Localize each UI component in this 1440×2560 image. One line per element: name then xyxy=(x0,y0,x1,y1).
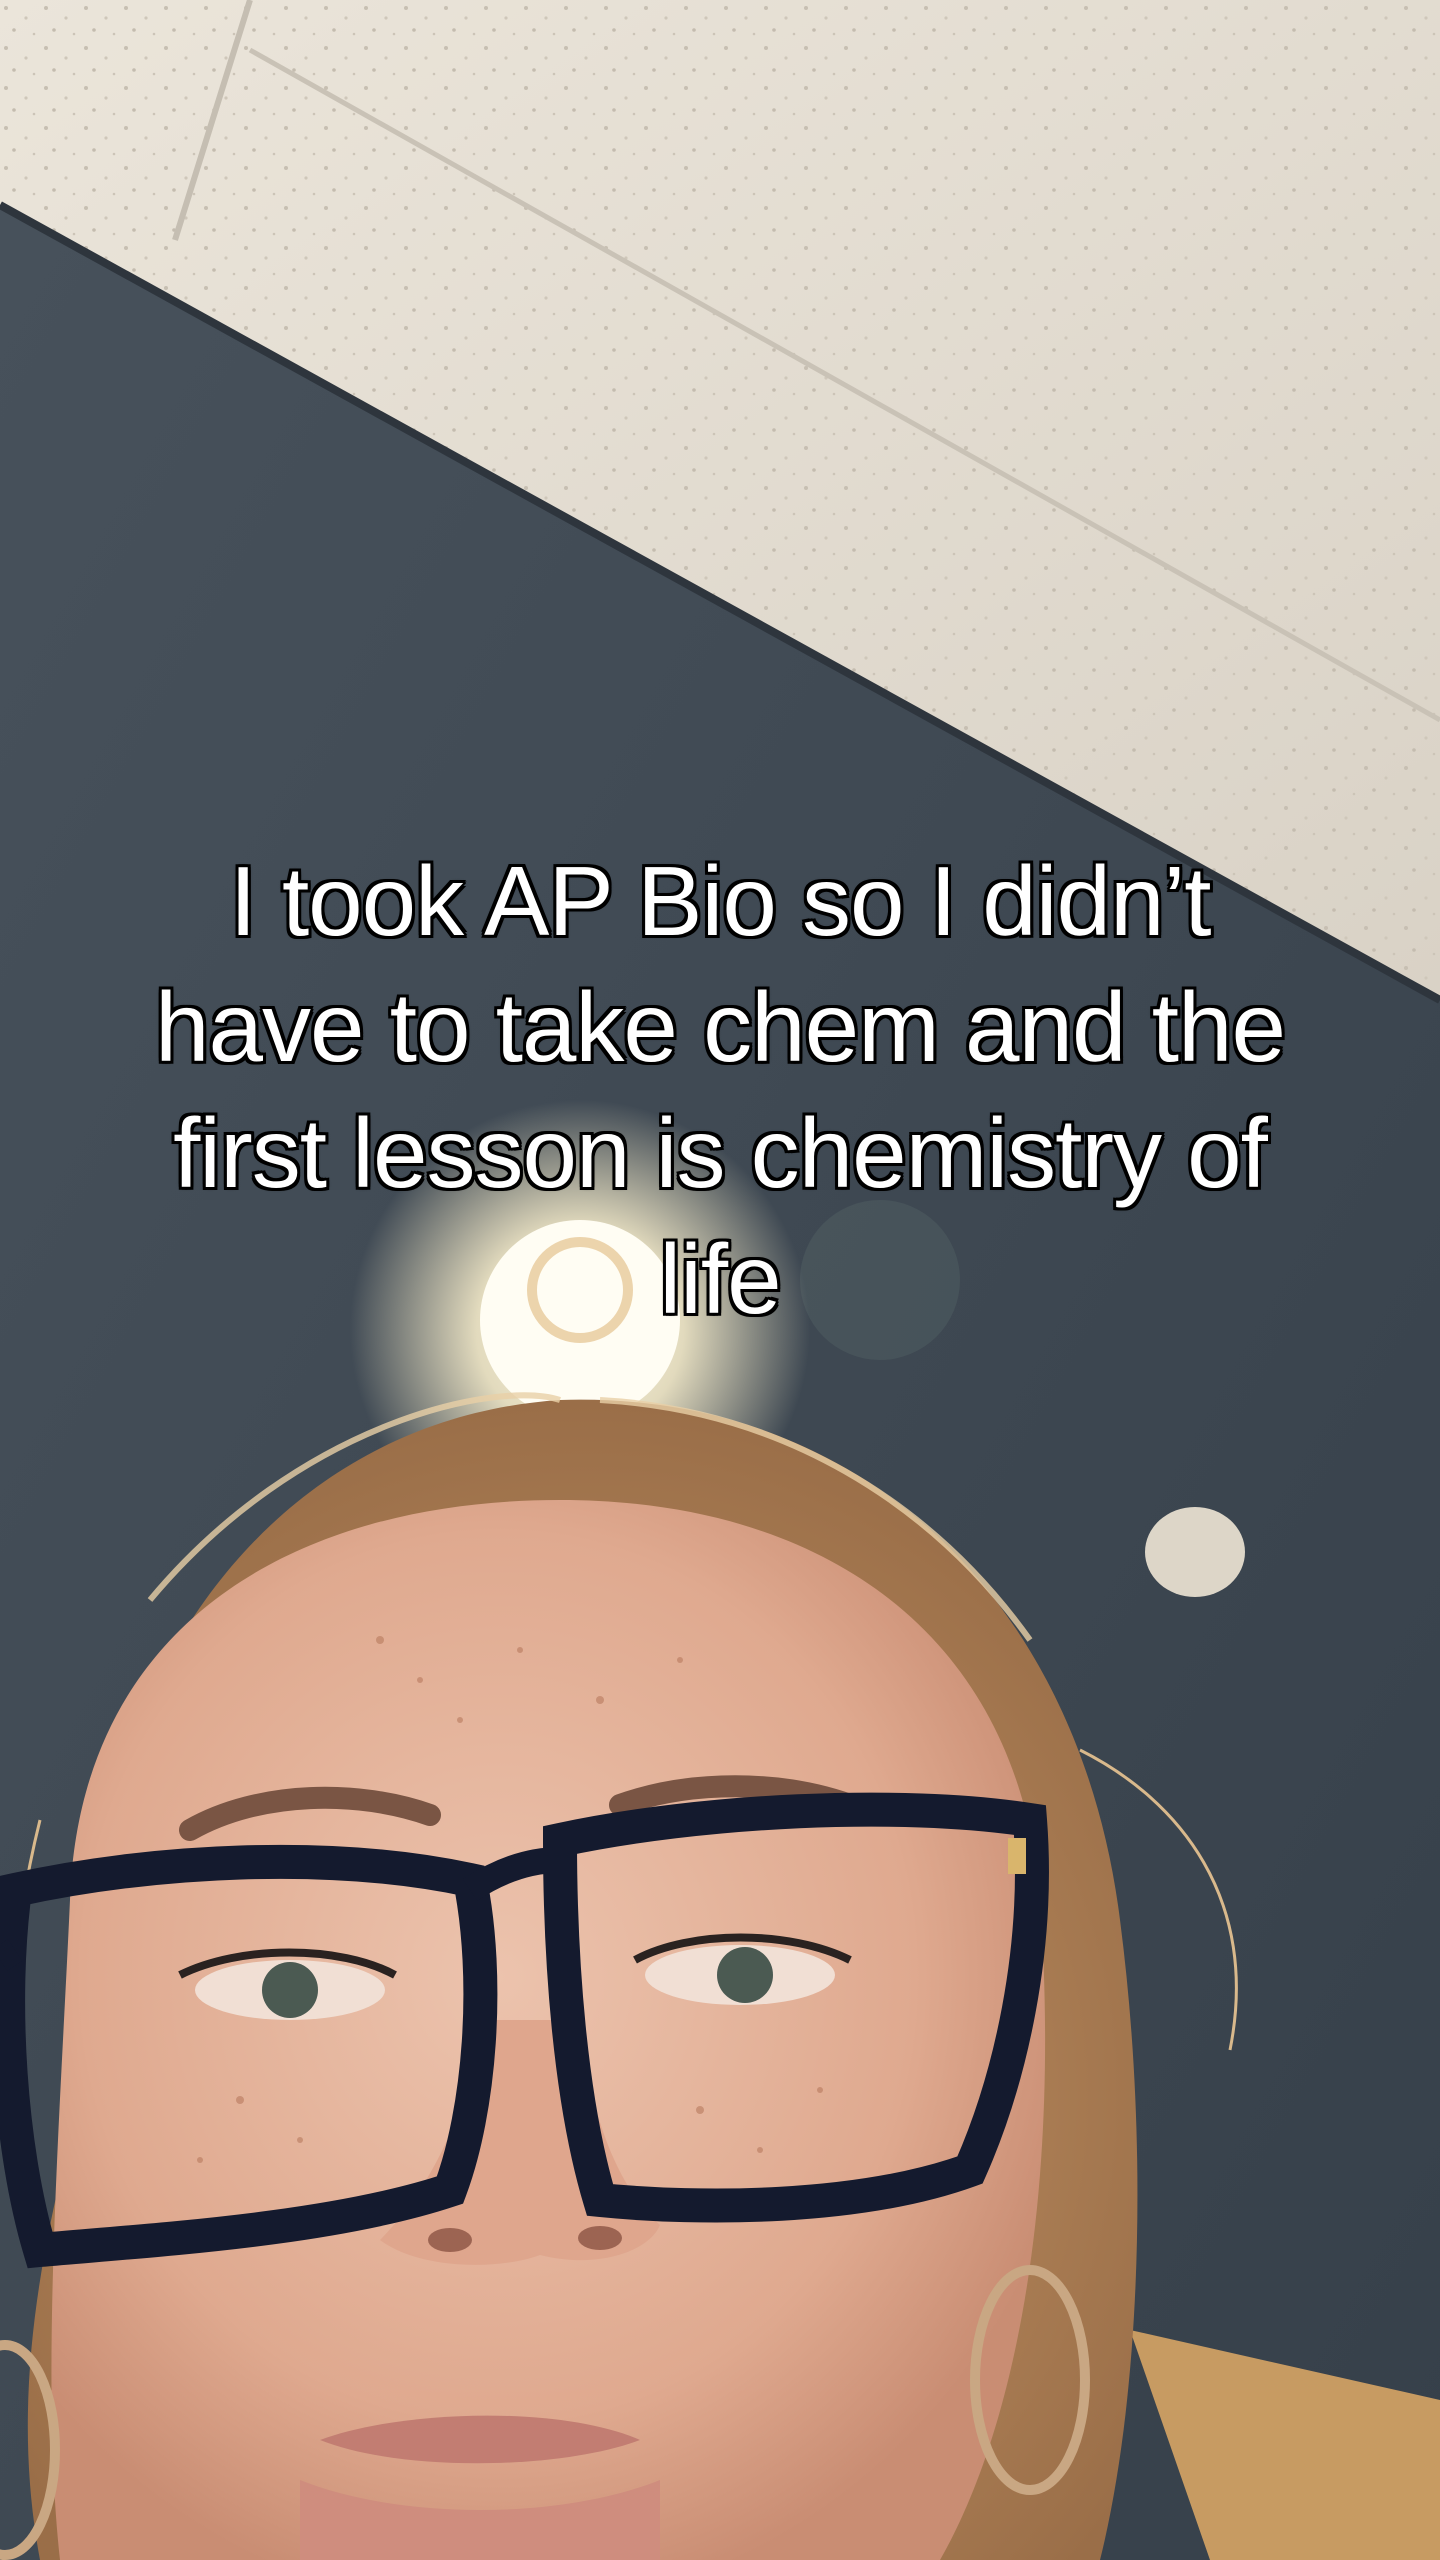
ceiling-light-small xyxy=(1145,1507,1245,1597)
caption-line: have to take chem and the xyxy=(154,971,1288,1084)
video-frame: I took AP Bio so I didn’t have to take c… xyxy=(0,0,1440,2560)
caption-line: first lesson is chemistry of xyxy=(172,1097,1270,1210)
caption-text: I took AP Bio so I didn’t have to take c… xyxy=(60,838,1380,1342)
caption-line: life xyxy=(658,1223,783,1336)
caption-line: I took AP Bio so I didn’t xyxy=(228,845,1213,958)
